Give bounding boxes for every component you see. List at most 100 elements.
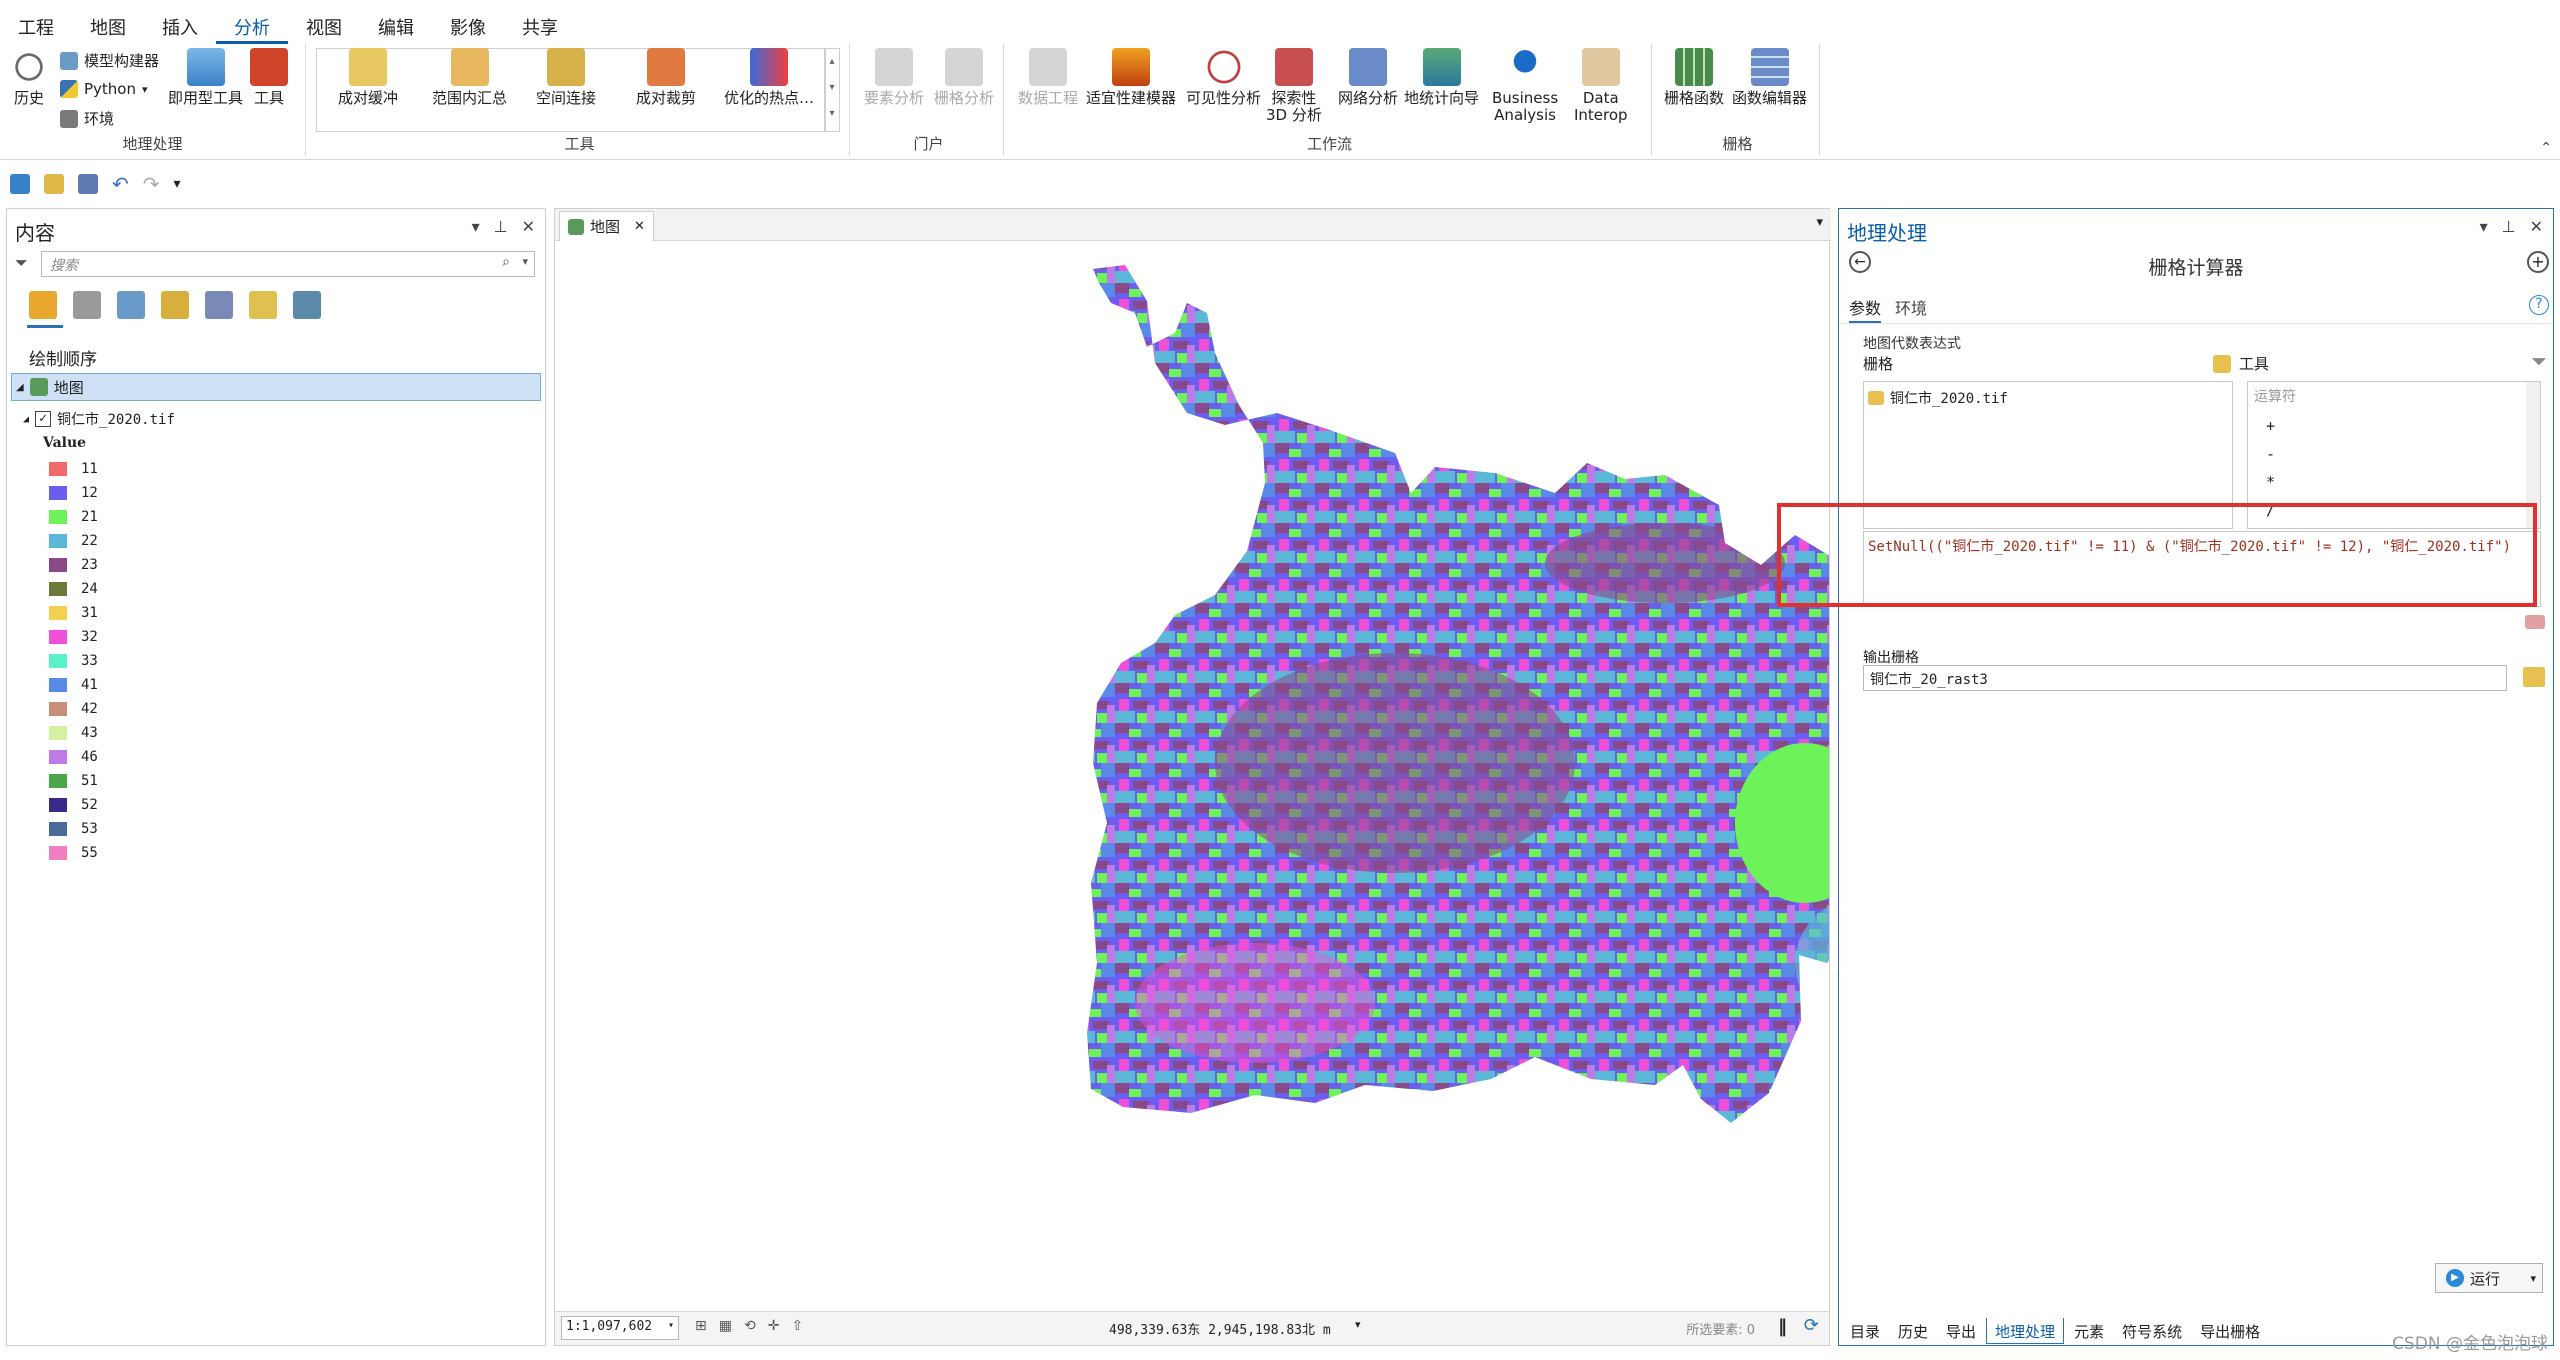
data-interop-button[interactable]: Data Interop bbox=[1574, 48, 1628, 124]
new-project-icon[interactable] bbox=[10, 174, 30, 194]
tab-symbology[interactable]: 符号系统 bbox=[2114, 1318, 2190, 1344]
collapse-ribbon-icon[interactable]: ⌃ bbox=[2540, 140, 2552, 156]
browse-folder-icon[interactable] bbox=[2523, 667, 2545, 687]
legend-item[interactable]: 11 bbox=[49, 461, 98, 477]
ready-tools-button[interactable]: 即用型工具 bbox=[168, 48, 243, 107]
tab-insert[interactable]: 插入 bbox=[144, 8, 216, 44]
undo-icon[interactable]: ↶ bbox=[112, 172, 129, 196]
operator-item[interactable]: - bbox=[2266, 440, 2275, 468]
search-icon[interactable]: ⌕ bbox=[502, 254, 510, 270]
scale-selector[interactable]: 1:1,097,602 ▾ bbox=[561, 1316, 679, 1340]
refresh-icon[interactable]: ⟳ bbox=[1804, 1315, 1819, 1336]
tab-export-raster[interactable]: 导出栅格 bbox=[2192, 1318, 2268, 1344]
tab-catalog[interactable]: 目录 bbox=[1842, 1318, 1888, 1344]
rotate-icon[interactable]: ⟲ bbox=[744, 1318, 756, 1334]
legend-item[interactable]: 55 bbox=[49, 845, 98, 861]
network-analysis-button[interactable]: 网络分析 bbox=[1338, 48, 1398, 107]
operator-item[interactable]: + bbox=[2266, 412, 2275, 440]
pin-icon[interactable]: ⊥ bbox=[494, 217, 508, 236]
help-icon[interactable]: ? bbox=[2529, 295, 2549, 315]
legend-item[interactable]: 33 bbox=[49, 653, 98, 669]
layer-tree-item[interactable]: ◢ ✓ 铜仁市_2020.tif bbox=[23, 409, 175, 429]
python-button[interactable]: Python ▾ bbox=[60, 80, 148, 98]
run-button[interactable]: ▶ 运行 ▾ bbox=[2435, 1263, 2543, 1293]
tab-edit[interactable]: 编辑 bbox=[360, 8, 432, 44]
open-project-icon[interactable] bbox=[44, 174, 64, 194]
tab-view[interactable]: 视图 bbox=[288, 8, 360, 44]
environments-button[interactable]: 环境 bbox=[60, 108, 114, 129]
legend-item[interactable]: 43 bbox=[49, 725, 98, 741]
pin-icon[interactable]: ⊥ bbox=[2502, 217, 2516, 236]
tab-history[interactable]: 历史 bbox=[1890, 1318, 1936, 1344]
chevron-down-icon[interactable]: ▾ bbox=[1816, 215, 1823, 230]
legend-item[interactable]: 23 bbox=[49, 557, 98, 573]
spatial-join-button[interactable]: 空间连接 bbox=[536, 48, 596, 107]
pause-icon[interactable]: ‖ bbox=[1778, 1316, 1787, 1337]
fixed-zoom-icon[interactable]: ⊞ bbox=[695, 1318, 707, 1334]
close-icon[interactable]: ✕ bbox=[522, 217, 535, 236]
pairwise-buffer-button[interactable]: 成对缓冲 bbox=[338, 48, 398, 107]
business-analysis-button[interactable]: Business Analysis bbox=[1492, 48, 1558, 124]
function-editor-button[interactable]: 函数编辑器 bbox=[1732, 48, 1807, 107]
redo-icon[interactable]: ↷ bbox=[143, 172, 160, 196]
tab-export[interactable]: 导出 bbox=[1938, 1318, 1984, 1344]
pane-menu-icon[interactable]: ▾ bbox=[472, 217, 480, 236]
north-arrow-icon[interactable]: ⇧ bbox=[791, 1318, 803, 1334]
tab-elements[interactable]: 元素 bbox=[2066, 1318, 2112, 1344]
add-icon[interactable]: + bbox=[2527, 251, 2549, 273]
output-raster-input[interactable]: 铜仁市_20_rast3 bbox=[1863, 665, 2507, 691]
gallery-scroll[interactable]: ▴ ▾ ▾ bbox=[824, 48, 840, 132]
feature-analysis-button[interactable]: 要素分析 bbox=[864, 48, 924, 107]
chevron-down-icon[interactable]: ▾ bbox=[522, 255, 528, 268]
grid-icon[interactable]: ▦ bbox=[719, 1318, 732, 1334]
tab-analysis[interactable]: 分析 bbox=[216, 8, 288, 44]
data-source-icon[interactable] bbox=[73, 291, 101, 319]
chevron-down-icon[interactable]: ▾ bbox=[1355, 1318, 1361, 1331]
crosshair-icon[interactable]: ✛ bbox=[768, 1318, 780, 1334]
legend-item[interactable]: 12 bbox=[49, 485, 98, 501]
draw-order-icon[interactable] bbox=[29, 291, 57, 319]
visibility-analysis-button[interactable]: 可见性分析 bbox=[1186, 48, 1261, 107]
charts-icon[interactable] bbox=[293, 291, 321, 319]
layer-visibility-checkbox[interactable]: ✓ bbox=[35, 411, 52, 427]
save-icon[interactable] bbox=[78, 174, 98, 194]
legend-item[interactable]: 53 bbox=[49, 821, 98, 837]
filter-icon[interactable]: ⏷ bbox=[15, 253, 28, 273]
model-builder-button[interactable]: 模型构建器 bbox=[60, 50, 159, 71]
legend-item[interactable]: 42 bbox=[49, 701, 98, 717]
legend-item[interactable]: 46 bbox=[49, 749, 98, 765]
tab-geoprocessing[interactable]: 地理处理 bbox=[1986, 1318, 2065, 1344]
editing-icon[interactable] bbox=[161, 291, 189, 319]
collapse-arrow-icon[interactable]: ◢ bbox=[16, 382, 24, 393]
operator-item[interactable]: * bbox=[2266, 468, 2275, 496]
summarize-within-button[interactable]: 范围内汇总 bbox=[432, 48, 507, 107]
search-input[interactable]: 搜索 ⌕ ▾ bbox=[41, 251, 535, 277]
data-engineering-button[interactable]: 数据工程 bbox=[1018, 48, 1078, 107]
close-icon[interactable]: ✕ bbox=[634, 219, 645, 234]
hot-spot-button[interactable]: 优化的热点… bbox=[724, 48, 814, 107]
legend-item[interactable]: 41 bbox=[49, 677, 98, 693]
collapse-arrow-icon[interactable]: ◢ bbox=[23, 414, 29, 425]
tab-imagery[interactable]: 影像 bbox=[432, 8, 504, 44]
selection-icon[interactable] bbox=[117, 291, 145, 319]
tab-map[interactable]: 地图 bbox=[72, 8, 144, 44]
eraser-icon[interactable] bbox=[2525, 615, 2545, 629]
close-icon[interactable]: ✕ bbox=[2530, 217, 2543, 236]
pane-menu-icon[interactable]: ▾ bbox=[2480, 217, 2488, 236]
tab-parameters[interactable]: 参数 bbox=[1849, 295, 1882, 323]
snapping-icon[interactable] bbox=[205, 291, 233, 319]
legend-item[interactable]: 51 bbox=[49, 773, 98, 789]
history-button[interactable]: 历史 bbox=[10, 48, 48, 107]
legend-item[interactable]: 21 bbox=[49, 509, 98, 525]
legend-item[interactable]: 22 bbox=[49, 533, 98, 549]
tab-environments[interactable]: 环境 bbox=[1895, 295, 1927, 319]
tools-button[interactable]: 工具 bbox=[250, 48, 288, 107]
legend-item[interactable]: 31 bbox=[49, 605, 98, 621]
raster-functions-button[interactable]: 栅格函数 bbox=[1664, 48, 1724, 107]
suitability-modeler-button[interactable]: 适宜性建模器 bbox=[1086, 48, 1176, 107]
geostatistical-wizard-button[interactable]: 地统计向导 bbox=[1404, 48, 1479, 107]
legend-item[interactable]: 32 bbox=[49, 629, 98, 645]
filter-icon[interactable]: ⏷ bbox=[2531, 349, 2547, 373]
legend-item[interactable]: 24 bbox=[49, 581, 98, 597]
map-canvas[interactable] bbox=[555, 243, 1829, 1303]
